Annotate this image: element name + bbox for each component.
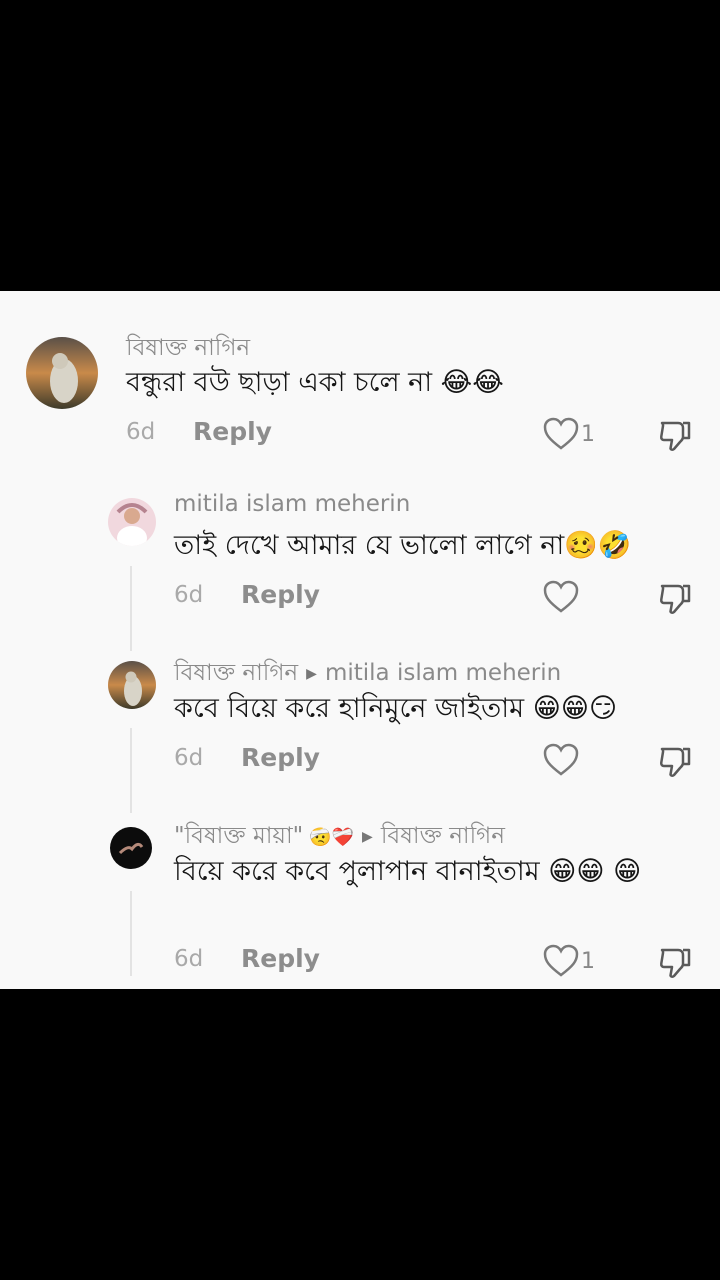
comment-author[interactable]: বিষাক্ত নাগিন ▶ mitila islam meherin — [174, 654, 561, 693]
like-button[interactable] — [543, 580, 581, 614]
like-button[interactable] — [543, 743, 581, 777]
avatar-image — [26, 337, 98, 409]
like-count: 1 — [581, 421, 595, 447]
thumbs-down-icon — [660, 421, 691, 451]
comment-text: বন্ধুরা বউ ছাড়া একা চলে না 😂😂 — [126, 367, 504, 398]
comment-time: 6d — [126, 419, 156, 445]
reply-button[interactable]: Reply — [241, 743, 320, 772]
like-count: 1 — [581, 948, 595, 974]
comment-text: কবে বিয়ে করে হানিমুনে জাইতাম 😁😁😏 — [174, 693, 618, 724]
avatar-image — [108, 661, 156, 709]
avatar[interactable] — [108, 661, 156, 709]
thread-line — [130, 566, 132, 651]
reply-button[interactable]: Reply — [241, 580, 320, 609]
caret-right-icon: ▶ — [306, 665, 317, 682]
reply-to-user[interactable]: বিষাক্ত নাগিন — [381, 823, 505, 849]
comment-time: 6d — [174, 946, 204, 972]
dislike-button[interactable] — [658, 419, 692, 457]
avatar[interactable] — [26, 337, 98, 409]
comments-panel: বিষাক্ত নাগিন বন্ধুরা বউ ছাড়া একা চলে ন… — [0, 291, 720, 989]
heart-outline-icon — [543, 743, 579, 776]
avatar[interactable] — [110, 827, 152, 869]
avatar-image — [110, 827, 152, 869]
author-emoji: 🤕❤️‍🩹 — [309, 827, 355, 848]
comment-time: 6d — [174, 582, 204, 608]
comment-text: বিয়ে করে কবে পুলাপান বানাইতাম 😁😁 😁 — [174, 856, 642, 887]
like-button[interactable]: 1 — [543, 944, 595, 978]
thumbs-down-icon — [660, 584, 691, 614]
heart-outline-icon — [543, 580, 579, 613]
thumbs-down-icon — [660, 747, 691, 777]
caret-right-icon: ▶ — [362, 828, 373, 845]
thread-line — [130, 728, 132, 813]
avatar-image — [108, 498, 156, 546]
dislike-button[interactable] — [658, 745, 692, 783]
dislike-button[interactable] — [658, 582, 692, 620]
reply-button[interactable]: Reply — [193, 417, 272, 446]
thumbs-down-icon — [660, 948, 691, 978]
heart-outline-icon — [543, 417, 579, 450]
heart-outline-icon — [543, 944, 579, 977]
comment-time: 6d — [174, 745, 204, 771]
reply-button[interactable]: Reply — [241, 944, 320, 973]
avatar[interactable] — [108, 498, 156, 546]
comment-author[interactable]: mitila islam meherin — [174, 491, 410, 517]
like-button[interactable]: 1 — [543, 417, 595, 451]
thread-line — [130, 891, 132, 976]
comment-text: তাই দেখে আমার যে ভালো লাগে না🥴🤣 — [174, 530, 632, 561]
comment-author[interactable]: "বিষাক্ত মায়া" 🤕❤️‍🩹 ▶ বিষাক্ত নাগিন — [174, 817, 505, 856]
reply-to-user[interactable]: mitila islam meherin — [325, 660, 561, 686]
dislike-button[interactable] — [658, 946, 692, 984]
